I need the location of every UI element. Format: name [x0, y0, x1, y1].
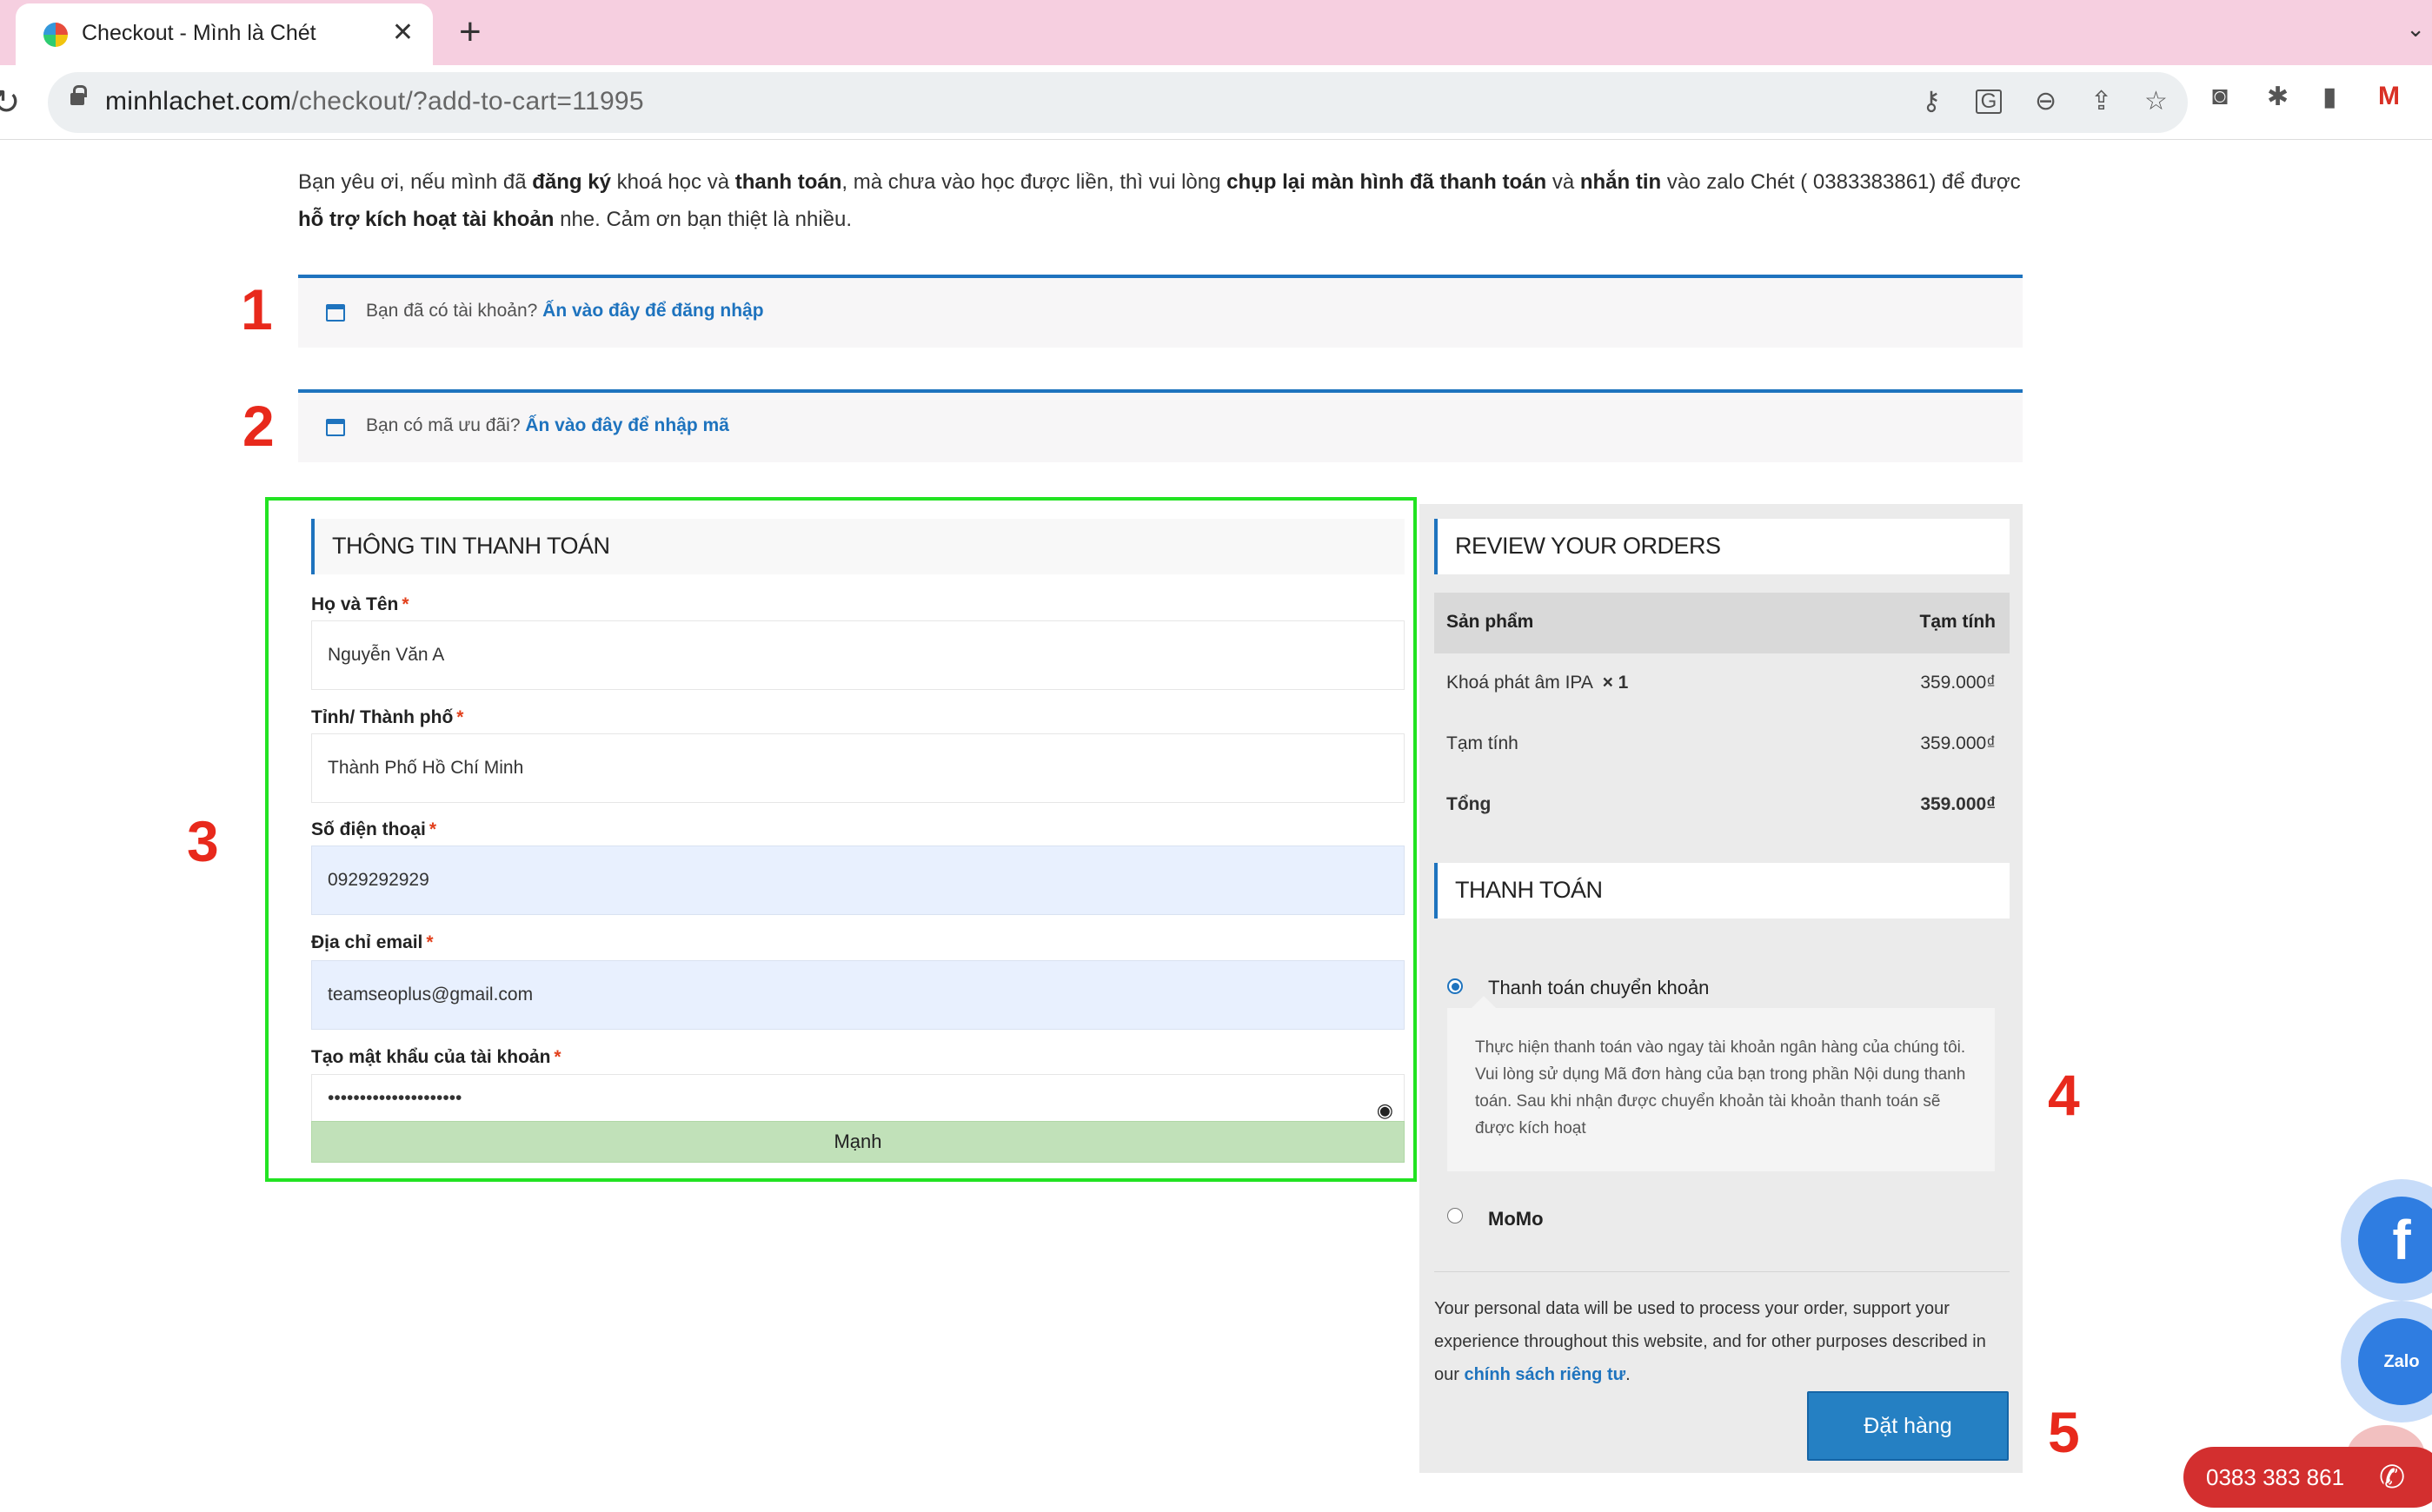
phone-icon: ✆	[2379, 1459, 2406, 1495]
annotation-1: 1	[241, 277, 273, 342]
coupon-notice-box: Bạn có mã ưu đãi? Ấn vào đây để nhập mã	[298, 389, 2023, 462]
order-table-header: Sản phẩm Tạm tính	[1434, 593, 2010, 653]
gmail-icon[interactable]: M	[2378, 82, 2400, 111]
side-panel-icon[interactable]: ▮	[2322, 82, 2337, 112]
bank-transfer-description: Thực hiện thanh toán vào ngay tài khoản …	[1447, 996, 1995, 1171]
divider	[1434, 1271, 2010, 1272]
order-item-row: Khoá phát âm IPA × 1 359.000₫	[1446, 673, 1996, 693]
translate-icon[interactable]: G	[1976, 90, 2002, 114]
address-bar[interactable]: minhlachet.com/checkout/?add-to-cart=119…	[48, 72, 2188, 133]
browser-tab[interactable]: Checkout - Mình là Chét ✕	[16, 3, 433, 65]
place-order-button[interactable]: Đặt hàng	[1807, 1391, 2009, 1461]
fullname-label: Họ và Tên *	[311, 594, 409, 614]
browser-toolbar: ↻ minhlachet.com/checkout/?add-to-cart=1…	[0, 65, 2432, 140]
checkout-notice: Bạn yêu ơi, nếu mình đã đăng ký khoá học…	[298, 170, 2021, 231]
privacy-notice: Your personal data will be used to proce…	[1434, 1299, 1986, 1384]
password-label: Tạo mật khẩu của tài khoản *	[311, 1047, 561, 1067]
annotation-4: 4	[2048, 1063, 2080, 1127]
browser-tab-bar: Checkout - Mình là Chét ✕ + ⌄	[0, 0, 2432, 65]
login-link[interactable]: Ấn vào đây để đăng nhập	[542, 301, 763, 321]
bank-transfer-radio[interactable]	[1447, 978, 1463, 994]
hotline-number: 0383 383 861	[2206, 1464, 2345, 1490]
share-icon[interactable]: ⇪	[2090, 86, 2112, 116]
city-select[interactable]: Thành Phố Hồ Chí Minh	[311, 733, 1405, 803]
payment-heading: THANH TOÁN	[1434, 863, 2010, 918]
new-tab-button[interactable]: +	[459, 10, 482, 54]
total-row: Tổng 359.000₫	[1446, 794, 1996, 814]
login-notice-box: Bạn đã có tài khoản? Ấn vào đây để đăng …	[298, 275, 2023, 348]
email-input[interactable]: teamseoplus@gmail.com	[311, 960, 1405, 1030]
annotation-2: 2	[243, 394, 275, 458]
tab-close-icon[interactable]: ✕	[392, 17, 414, 48]
facebook-float-button[interactable]: f	[2341, 1179, 2432, 1301]
email-label: Địa chỉ email *	[311, 932, 434, 952]
city-label: Tỉnh/ Thành phố *	[311, 707, 464, 727]
bank-transfer-label[interactable]: Thanh toán chuyển khoản	[1488, 977, 1709, 999]
billing-heading: THÔNG TIN THANH TOÁN	[311, 519, 1405, 574]
zoom-icon[interactable]: ⊖	[2035, 86, 2057, 116]
review-heading: REVIEW YOUR ORDERS	[1434, 519, 2010, 574]
site-favicon-icon	[43, 23, 68, 47]
extensions-icon[interactable]: ✱	[2267, 82, 2289, 112]
annotation-5: 5	[2048, 1400, 2080, 1464]
coupon-notice-text: Bạn có mã ưu đãi?	[366, 415, 526, 435]
coupon-link[interactable]: Ấn vào đây để nhập mã	[525, 415, 729, 435]
reload-icon[interactable]: ↻	[0, 83, 21, 123]
privacy-policy-link[interactable]: chính sách riêng tư	[1464, 1365, 1625, 1384]
password-strength-meter: Mạnh	[311, 1121, 1405, 1163]
phone-label: Số điện thoại *	[311, 819, 437, 839]
momo-radio[interactable]	[1447, 1208, 1463, 1224]
bookmark-star-icon[interactable]: ☆	[2144, 86, 2168, 116]
zalo-float-button[interactable]: Zalo	[2341, 1301, 2432, 1422]
calendar-icon	[326, 304, 345, 322]
tab-list-chevron-icon[interactable]: ⌄	[2406, 16, 2425, 43]
password-input[interactable]: ••••••••••••••••••••• ◉	[311, 1074, 1405, 1123]
fullname-input[interactable]: Nguyễn Văn A	[311, 620, 1405, 690]
subtotal-row: Tạm tính 359.000₫	[1446, 733, 1996, 753]
momo-label[interactable]: MoMo	[1488, 1208, 1544, 1230]
lock-icon[interactable]	[70, 85, 87, 105]
key-icon[interactable]: ⚷	[1922, 86, 1941, 116]
facebook-icon: f	[2358, 1197, 2432, 1283]
screenshot-icon[interactable]: ◙	[2212, 82, 2228, 111]
login-notice-text: Bạn đã có tài khoản?	[366, 301, 543, 321]
annotation-3: 3	[187, 809, 219, 873]
tab-title: Checkout - Mình là Chét	[82, 21, 316, 45]
zalo-icon: Zalo	[2358, 1318, 2432, 1405]
url-text[interactable]: minhlachet.com/checkout/?add-to-cart=119…	[105, 87, 644, 116]
order-table: Sản phẩm Tạm tính Khoá phát âm IPA × 1 3…	[1434, 593, 2010, 836]
hotline-button[interactable]: 0383 383 861 ✆	[2183, 1447, 2432, 1508]
phone-input[interactable]: 0929292929	[311, 846, 1405, 915]
calendar-icon	[326, 419, 345, 436]
